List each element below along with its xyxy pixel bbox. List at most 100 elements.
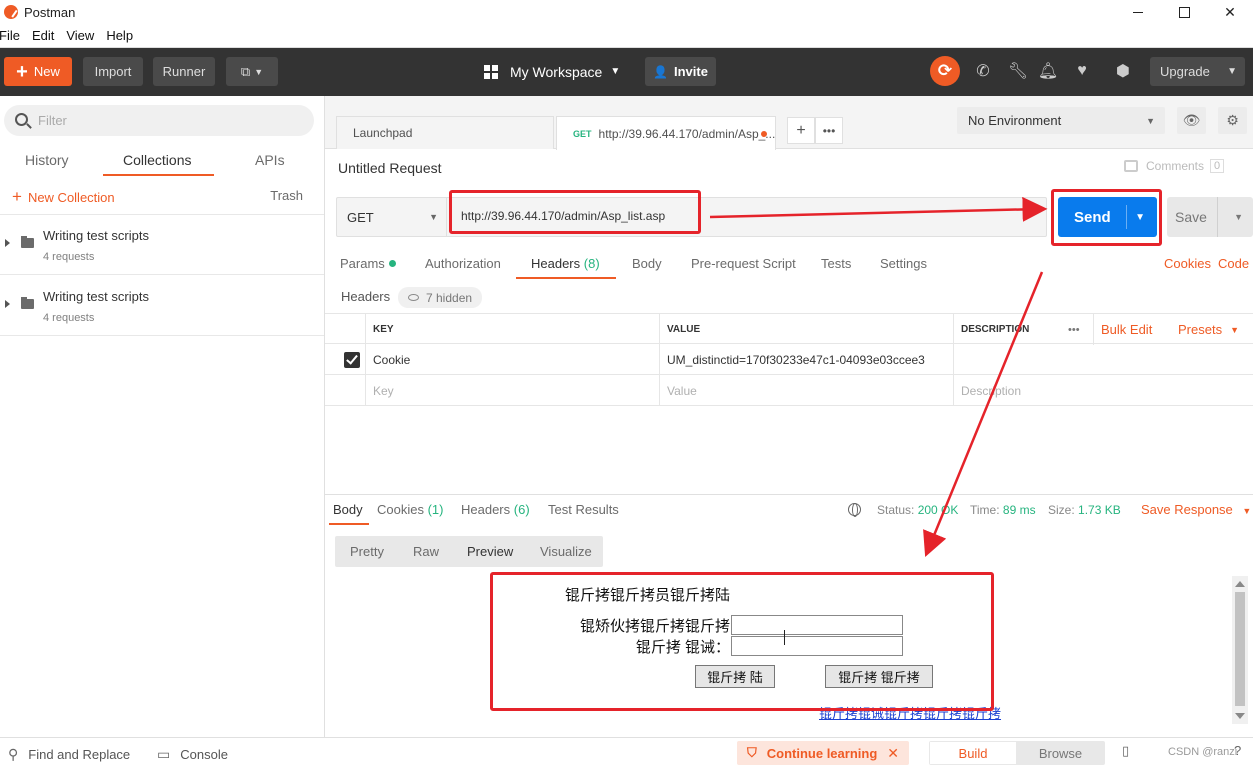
- collection-item[interactable]: Writing test scripts 4 requests: [0, 215, 324, 275]
- tab-apis[interactable]: APIs: [255, 152, 285, 168]
- header-key-cell[interactable]: Cookie: [365, 344, 659, 375]
- new-key-input[interactable]: Key: [365, 375, 659, 406]
- response-tab-test-results[interactable]: Test Results: [548, 502, 619, 517]
- response-tab-cookies[interactable]: Cookies (1): [377, 502, 443, 517]
- close-window-button[interactable]: ✕: [1207, 0, 1253, 24]
- new-button[interactable]: + New: [4, 57, 72, 86]
- header-description-cell[interactable]: [953, 344, 1253, 375]
- response-headers-count: (6): [513, 502, 530, 517]
- save-button[interactable]: Save ▼: [1167, 197, 1253, 237]
- workspace-label: My Workspace: [510, 63, 603, 80]
- console-button[interactable]: ▭ Console: [157, 746, 228, 763]
- row-checkbox[interactable]: [325, 344, 365, 375]
- save-response-label: Save Response: [1141, 502, 1233, 517]
- method-select[interactable]: GET ▼: [337, 198, 447, 236]
- save-response-button[interactable]: Save Response ▼: [1141, 502, 1251, 517]
- wrench-icon[interactable]: 🔧︎: [1004, 57, 1032, 85]
- globe-icon[interactable]: [848, 503, 861, 517]
- presets-dropdown[interactable]: Presets ▼: [1171, 314, 1253, 345]
- menu-help[interactable]: Help: [106, 28, 133, 43]
- menu-view[interactable]: View: [66, 28, 94, 43]
- bulk-edit-link[interactable]: Bulk Edit: [1093, 314, 1171, 345]
- view-preview[interactable]: Preview: [467, 544, 513, 559]
- trash-button[interactable]: Trash: [270, 188, 303, 203]
- collection-item[interactable]: Writing test scripts 4 requests: [0, 276, 324, 336]
- preview-scrollbar[interactable]: [1232, 576, 1248, 724]
- menu-edit[interactable]: Edit: [32, 28, 54, 43]
- response-tab-body[interactable]: Body: [333, 502, 363, 517]
- scroll-up-icon[interactable]: [1235, 581, 1245, 587]
- tab-prerequest-script[interactable]: Pre-request Script: [691, 256, 796, 271]
- tab-launchpad[interactable]: Launchpad: [336, 116, 554, 149]
- tab-authorization[interactable]: Authorization: [425, 256, 501, 271]
- close-icon[interactable]: ✕: [887, 745, 899, 762]
- chevron-down-icon[interactable]: ▼: [1234, 212, 1243, 222]
- tab-method: GET: [573, 128, 592, 139]
- tab-active-request[interactable]: GET http://39.96.44.170/admin/Asp_...: [556, 116, 776, 150]
- tab-collections[interactable]: Collections: [123, 152, 191, 168]
- gear-icon[interactable]: ⚙: [1218, 107, 1247, 134]
- new-description-input[interactable]: Description: [953, 375, 1253, 406]
- tab-headers[interactable]: Headers (8): [531, 256, 600, 271]
- browse-mode-button[interactable]: Browse: [1017, 742, 1104, 764]
- add-tab-button[interactable]: +: [787, 117, 815, 144]
- view-raw[interactable]: Raw: [413, 544, 439, 559]
- eye-icon[interactable]: 👁︎: [1177, 107, 1206, 134]
- new-value-input[interactable]: Value: [659, 375, 953, 406]
- maximize-button[interactable]: [1161, 0, 1207, 24]
- cookies-link[interactable]: Cookies: [1164, 256, 1211, 271]
- scroll-down-icon[interactable]: [1235, 713, 1245, 719]
- tab-params[interactable]: Params: [340, 256, 396, 271]
- new-window-button[interactable]: ⧉ ▼: [226, 57, 278, 86]
- help-icon[interactable]: ?: [1234, 743, 1241, 758]
- active-tab-indicator: [329, 523, 369, 525]
- interceptor-icon[interactable]: ⬢: [1109, 57, 1137, 85]
- response-tab-headers[interactable]: Headers (6): [461, 502, 530, 517]
- tab-launchpad-label: Launchpad: [353, 126, 413, 140]
- code-link[interactable]: Code: [1218, 256, 1249, 271]
- invite-button[interactable]: 👤 Invite: [645, 57, 716, 86]
- chevron-right-icon[interactable]: [5, 300, 10, 308]
- status-label: Status:: [877, 503, 915, 517]
- find-replace-button[interactable]: ⚲ Find and Replace: [8, 746, 130, 763]
- postman-logo-icon: [4, 5, 18, 19]
- view-visualize[interactable]: Visualize: [540, 544, 592, 559]
- tab-tests[interactable]: Tests: [821, 256, 851, 271]
- more-options-button[interactable]: •••: [1061, 314, 1093, 345]
- chevron-right-icon[interactable]: [5, 239, 10, 247]
- tab-settings[interactable]: Settings: [880, 256, 927, 271]
- response-view-toggle: Pretty Raw Preview Visualize: [335, 536, 603, 567]
- menu-file[interactable]: File: [0, 28, 20, 43]
- satellite-icon[interactable]: ✆: [969, 57, 997, 85]
- bell-icon[interactable]: 🔔︎: [1034, 57, 1062, 85]
- response-size: Size: 1.73 KB: [1048, 503, 1121, 517]
- new-collection-button[interactable]: + New Collection: [12, 187, 115, 207]
- tab-body[interactable]: Body: [632, 256, 662, 271]
- workspace-switcher[interactable]: My Workspace ▼: [484, 57, 620, 86]
- minimize-button[interactable]: [1115, 0, 1161, 24]
- response-status: Status: 200 OK: [877, 503, 958, 517]
- hidden-headers-toggle[interactable]: 7 hidden: [398, 287, 483, 308]
- filter-input[interactable]: Filter: [4, 105, 314, 136]
- comments-label: Comments: [1146, 159, 1205, 173]
- upgrade-button[interactable]: Upgrade ▼: [1150, 57, 1245, 86]
- view-pretty[interactable]: Pretty: [350, 544, 384, 559]
- sidebar: Filter History Collections APIs + New Co…: [0, 96, 325, 737]
- filter-placeholder: Filter: [38, 113, 67, 128]
- import-button[interactable]: Import: [83, 57, 143, 86]
- header-value-cell[interactable]: UM_distinctid=170f30233e47c1-04093e03cce…: [659, 344, 953, 375]
- tab-history[interactable]: History: [25, 152, 69, 168]
- request-title[interactable]: Untitled Request: [338, 160, 442, 176]
- book-icon[interactable]: ▯: [1122, 743, 1129, 759]
- scroll-thumb[interactable]: [1235, 592, 1245, 706]
- active-tab-indicator: [103, 174, 214, 176]
- sync-icon[interactable]: ⟳: [930, 56, 960, 86]
- build-mode-button[interactable]: Build: [930, 742, 1016, 764]
- heart-icon[interactable]: ♥: [1068, 57, 1096, 85]
- comments-button[interactable]: Comments 0: [1124, 159, 1225, 173]
- continue-learning-button[interactable]: ⛉ Continue learning ✕: [737, 741, 909, 765]
- continue-learning-label: Continue learning: [766, 745, 878, 761]
- environment-select[interactable]: No Environment ▼: [957, 107, 1165, 134]
- more-tabs-button[interactable]: •••: [815, 117, 843, 144]
- runner-button[interactable]: Runner: [153, 57, 215, 86]
